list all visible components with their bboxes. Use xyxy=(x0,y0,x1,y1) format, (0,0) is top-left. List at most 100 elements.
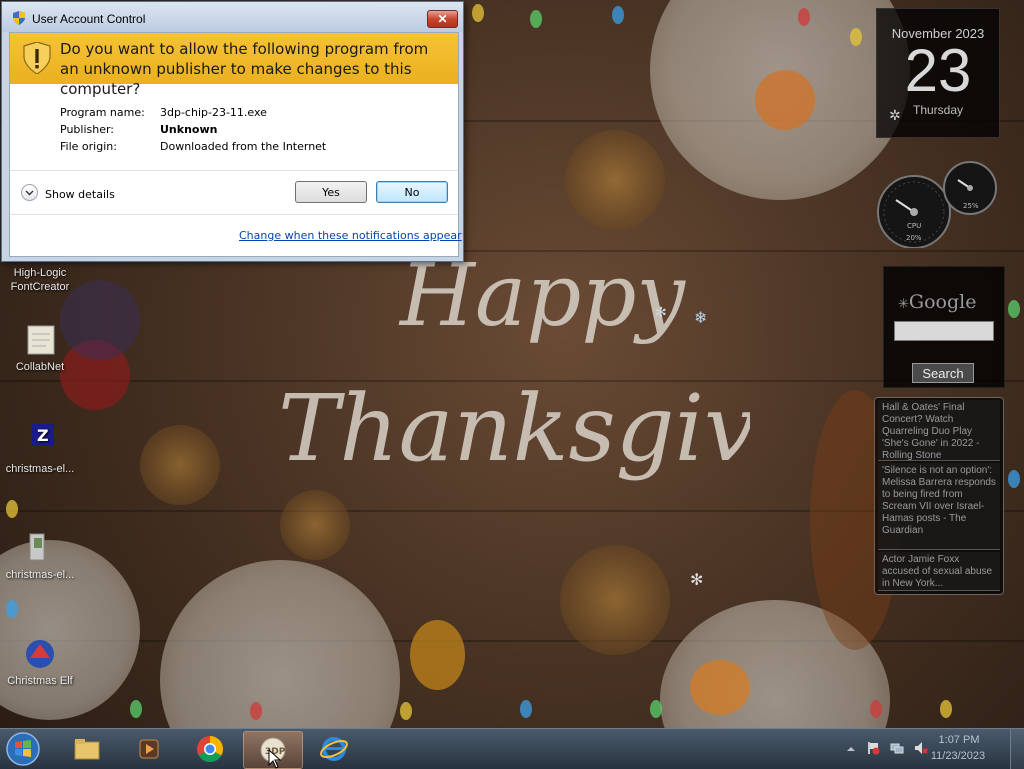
cpu-percent: 20% xyxy=(906,234,922,242)
desktop-icon-collabnet[interactable]: CollabNet xyxy=(0,322,80,373)
wicker-placemat-image xyxy=(560,545,670,655)
desktop-icon-christmas-elf[interactable]: Christmas Elf xyxy=(0,636,80,687)
string-light-icon xyxy=(850,28,862,46)
news-item[interactable]: Actor Jamie Foxx accused of sexual abuse… xyxy=(878,552,1000,591)
warning-shield-icon xyxy=(23,42,51,74)
string-light-icon xyxy=(798,8,810,26)
file-origin-label: File origin: xyxy=(60,140,117,153)
divider xyxy=(10,170,458,171)
uac-warning-banner: Do you want to allow the following progr… xyxy=(10,33,458,98)
desktop-icon-label: CollabNet xyxy=(15,361,65,373)
string-light-icon xyxy=(472,4,484,22)
desktop-icon-label-top: High-Logic xyxy=(13,267,67,279)
string-light-icon xyxy=(6,600,18,618)
news-feed-gadget: Hall & Oates' Final Concert? Watch Quarr… xyxy=(874,397,1004,595)
news-item[interactable]: Hall & Oates' Final Concert? Watch Quarr… xyxy=(878,400,1000,461)
program-name-value: 3dp-chip-23-11.exe xyxy=(160,106,267,119)
desktop-icon-label: Christmas Elf xyxy=(7,675,73,687)
string-light-icon xyxy=(130,700,142,718)
show-desktop-button[interactable] xyxy=(1010,729,1024,769)
installer-icon xyxy=(29,533,45,561)
taskbar-windows-explorer[interactable] xyxy=(58,731,116,767)
pumpkin-image xyxy=(690,660,750,715)
show-details-label[interactable]: Show details xyxy=(45,188,115,201)
wallpaper-title-line2: Thanksgiving xyxy=(278,375,750,482)
divider xyxy=(10,214,458,215)
desktop-icon-label: FontCreator xyxy=(10,281,70,293)
calendar-day-number: 23 xyxy=(904,37,972,104)
taskbar: 3DP 1:07 PM 11/23/2023 xyxy=(0,728,1024,769)
file-origin-value: Downloaded from the Internet xyxy=(160,140,327,153)
gear-icon[interactable]: ✲ xyxy=(889,107,901,124)
chrome-icon xyxy=(197,736,224,763)
string-light-icon xyxy=(1008,470,1020,488)
notification-settings-link[interactable]: Change when these notifications appear xyxy=(239,229,462,242)
publisher-label: Publisher: xyxy=(60,123,115,136)
google-logo: ✳Google xyxy=(898,291,976,313)
news-item[interactable]: 'Silence is not an option': Melissa Barr… xyxy=(878,463,1000,550)
desktop-icon-label: christmas-el... xyxy=(5,569,75,581)
media-player-icon xyxy=(139,739,159,759)
google-search-input[interactable] xyxy=(894,321,994,341)
uac-dialog: User Account Control ✕ Do you want to al… xyxy=(1,1,464,262)
string-light-icon xyxy=(520,700,532,718)
taskbar-internet-explorer[interactable] xyxy=(305,731,363,767)
folder-icon xyxy=(74,739,100,760)
taskbar-media-player[interactable] xyxy=(120,731,178,767)
wicker-placemat-image xyxy=(565,130,665,230)
desktop-icon-fontcreator[interactable]: High-Logic FontCreator xyxy=(0,266,80,294)
google-search-gadget: ✳Google Search xyxy=(883,266,1005,388)
google-logo-text: Google xyxy=(908,291,977,313)
snowflake-icon: ✻ xyxy=(690,570,704,589)
pumpkin-image xyxy=(755,70,815,130)
show-hidden-icons-icon[interactable] xyxy=(844,742,858,756)
action-center-flag-icon[interactable] xyxy=(866,741,880,755)
clock-date[interactable]: 11/23/2023 xyxy=(925,750,991,762)
close-button[interactable]: ✕ xyxy=(427,10,458,28)
mouse-cursor-icon xyxy=(268,749,282,769)
program-name-label: Program name: xyxy=(60,106,145,119)
string-light-icon xyxy=(940,700,952,718)
cpu-meter-gadget[interactable]: CPU 20% 25% xyxy=(876,160,1000,248)
taskbar-google-chrome[interactable] xyxy=(181,731,239,767)
chevron-down-icon[interactable] xyxy=(21,184,38,201)
network-icon[interactable] xyxy=(890,741,904,755)
christmas-elf-icon xyxy=(26,640,54,668)
yes-button[interactable]: Yes xyxy=(295,181,367,203)
string-light-icon xyxy=(1008,300,1020,318)
snowflake-icon: ✻ xyxy=(655,305,667,321)
string-light-icon xyxy=(6,500,18,518)
publisher-value: Unknown xyxy=(160,123,218,136)
string-light-icon xyxy=(530,10,542,28)
string-light-icon xyxy=(400,702,412,720)
shield-icon xyxy=(13,11,25,25)
string-light-icon xyxy=(650,700,662,718)
start-button[interactable] xyxy=(4,731,42,767)
uac-titlebar[interactable]: User Account Control ✕ xyxy=(2,2,463,32)
wallpaper-title-art: Happy Thanksgiving xyxy=(278,246,750,482)
internet-explorer-icon xyxy=(320,737,348,761)
ram-percent: 25% xyxy=(963,202,979,210)
uac-body: Do you want to allow the following progr… xyxy=(9,32,462,257)
no-button[interactable]: No xyxy=(376,181,448,203)
sparkle-icon: ✳ xyxy=(898,297,909,312)
calendar-gadget[interactable]: November 2023 23 Thursday ✲ xyxy=(876,8,1000,138)
desktop-icon-christmas-zip[interactable]: Z christmas-el... xyxy=(0,424,80,475)
snowflake-icon: ❄ xyxy=(694,308,708,327)
uac-title: User Account Control xyxy=(32,12,146,26)
cpu-label: CPU xyxy=(907,222,921,230)
clock-time[interactable]: 1:07 PM xyxy=(929,734,989,746)
ram-gauge-hub xyxy=(967,185,973,191)
uac-question: Do you want to allow the following progr… xyxy=(60,40,429,98)
wicker-placemat-image xyxy=(140,425,220,505)
collabnet-icon xyxy=(27,325,55,355)
desktop-icon-label: christmas-el... xyxy=(5,463,75,475)
dinner-plate-image xyxy=(160,560,400,728)
string-light-icon xyxy=(870,700,882,718)
string-light-icon xyxy=(612,6,624,24)
cpu-gauge-hub xyxy=(910,208,918,216)
desktop-icon-christmas-installer[interactable]: christmas-el... xyxy=(0,530,80,581)
google-search-button[interactable]: Search xyxy=(912,363,974,383)
pear-image xyxy=(410,620,465,690)
svg-text:Z: Z xyxy=(37,426,49,445)
